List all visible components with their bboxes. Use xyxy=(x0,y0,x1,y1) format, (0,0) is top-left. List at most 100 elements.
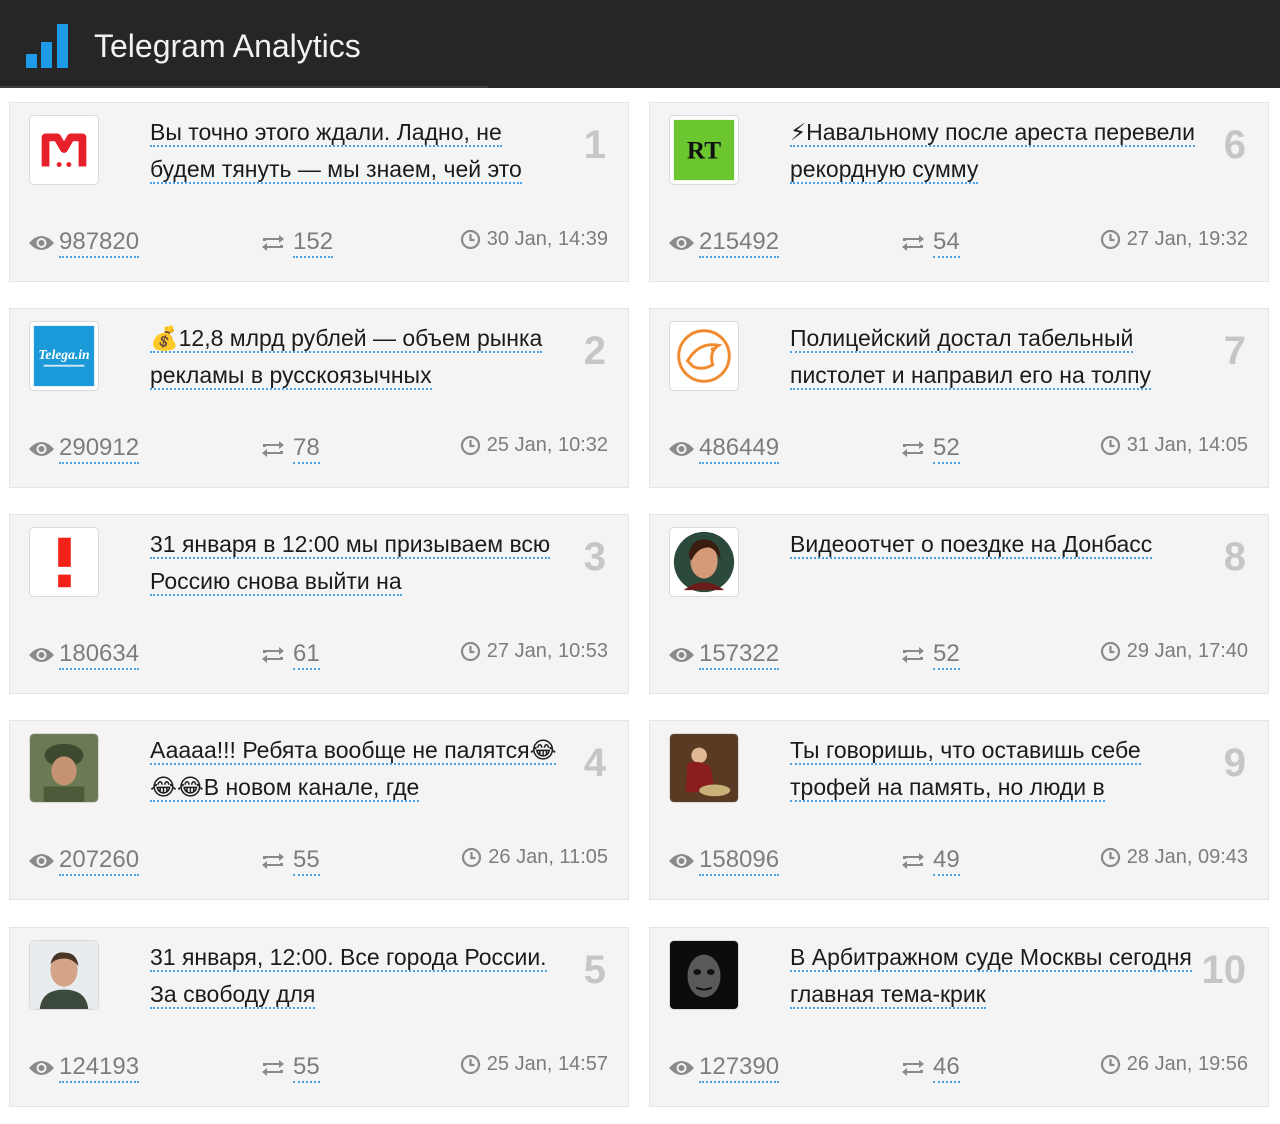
post-time: 25 Jan, 10:32 xyxy=(460,434,608,457)
post-text-link[interactable]: Ты говоришь, что оставишь себе трофей на… xyxy=(790,732,1200,806)
channel-avatar[interactable] xyxy=(669,527,739,597)
post-text-link[interactable]: Вы точно этого ждали. Ладно, не будем тя… xyxy=(150,114,560,188)
eye-icon xyxy=(669,648,694,662)
shares-stat[interactable]: 78 xyxy=(260,434,320,464)
views-count[interactable]: 157322 xyxy=(699,640,780,670)
post-text-link[interactable]: Видеоотчет о поездке на Донбасс xyxy=(790,526,1200,563)
post-card[interactable]: Вы точно этого ждали. Ладно, не будем тя… xyxy=(9,102,629,282)
post-card[interactable]: 31 января, 12:00. Все города России. За … xyxy=(9,927,629,1107)
shares-stat[interactable]: 152 xyxy=(260,228,334,258)
channel-avatar[interactable] xyxy=(29,940,99,1010)
post-card[interactable]: Ты говоришь, что оставишь себе трофей на… xyxy=(649,720,1269,900)
eye-icon xyxy=(669,442,694,456)
post-stats: 215492 54 27 Jan, 19:32 xyxy=(668,228,1248,260)
post-timestamp: 30 Jan, 14:39 xyxy=(486,228,608,250)
rank-number: 3 xyxy=(583,535,606,579)
post-stats: 207260 55 26 Jan, 11:05 xyxy=(28,846,608,878)
post-text-link[interactable]: ⚡Навальному после ареста перевели рекорд… xyxy=(790,114,1200,188)
post-card[interactable]: RT ⚡Навальному после ареста перевели реко… xyxy=(649,102,1269,282)
repost-icon xyxy=(902,441,924,457)
post-text-link[interactable]: 31 января в 12:00 мы призываем всю Росси… xyxy=(150,526,560,600)
repost-icon xyxy=(262,235,284,251)
shares-stat[interactable]: 46 xyxy=(900,1053,960,1083)
channel-avatar[interactable]: Telega.in xyxy=(29,321,99,391)
channel-avatar[interactable] xyxy=(29,115,99,185)
rank-number: 10 xyxy=(1201,948,1247,992)
shares-count[interactable]: 49 xyxy=(933,846,960,876)
post-stats: 486449 52 31 Jan, 14:05 xyxy=(668,434,1248,466)
views-stat[interactable]: 157322 xyxy=(668,640,780,670)
channel-avatar[interactable]: RT xyxy=(669,115,739,185)
shares-count[interactable]: 152 xyxy=(293,228,334,258)
views-stat[interactable]: 158096 xyxy=(668,846,780,876)
shares-stat[interactable]: 55 xyxy=(260,846,320,876)
channel-avatar[interactable] xyxy=(669,733,739,803)
post-timestamp: 25 Jan, 14:57 xyxy=(486,1053,608,1075)
views-count[interactable]: 215492 xyxy=(699,228,780,258)
views-count[interactable]: 124193 xyxy=(59,1053,140,1083)
eye-icon xyxy=(29,648,54,662)
post-timestamp: 29 Jan, 17:40 xyxy=(1126,640,1248,662)
shares-count[interactable]: 55 xyxy=(293,846,320,876)
post-text-link[interactable]: 💰12,8 млрд рублей — объем рынка рекламы … xyxy=(150,320,560,394)
views-count[interactable]: 486449 xyxy=(699,434,780,464)
post-text-link[interactable]: 31 января, 12:00. Все города России. За … xyxy=(150,939,560,1013)
repost-icon xyxy=(902,647,924,663)
views-stat[interactable]: 207260 xyxy=(28,846,140,876)
views-count[interactable]: 987820 xyxy=(59,228,140,258)
clock-icon xyxy=(460,435,480,456)
post-text-link[interactable]: Ааааа!!! Ребята вообще не палятся😂😂😂В но… xyxy=(150,732,560,806)
clock-icon xyxy=(460,229,480,250)
post-card[interactable]: Ааааа!!! Ребята вообще не палятся😂😂😂В но… xyxy=(9,720,629,900)
post-card[interactable]: Полицейский достал табельный пистолет и … xyxy=(649,308,1269,488)
shares-count[interactable]: 52 xyxy=(933,434,960,464)
repost-icon xyxy=(262,1060,284,1076)
post-time: 30 Jan, 14:39 xyxy=(460,228,608,251)
views-stat[interactable]: 124193 xyxy=(28,1053,140,1083)
rank-number: 1 xyxy=(583,123,606,167)
post-timestamp: 25 Jan, 10:32 xyxy=(486,434,608,456)
shares-stat[interactable]: 61 xyxy=(260,640,320,670)
views-stat[interactable]: 987820 xyxy=(28,228,140,258)
views-count[interactable]: 180634 xyxy=(59,640,140,670)
channel-avatar[interactable] xyxy=(669,940,739,1010)
post-text-link[interactable]: Полицейский достал табельный пистолет и … xyxy=(790,320,1200,394)
shares-count[interactable]: 46 xyxy=(933,1053,960,1083)
views-stat[interactable]: 180634 xyxy=(28,640,140,670)
channel-avatar[interactable] xyxy=(29,527,99,597)
channel-avatar[interactable] xyxy=(29,733,99,803)
post-text-link[interactable]: В Арбитражном суде Москвы сегодня главна… xyxy=(790,939,1200,1013)
post-stats: 290912 78 25 Jan, 10:32 xyxy=(28,434,608,466)
views-count[interactable]: 158096 xyxy=(699,846,780,876)
shares-count[interactable]: 52 xyxy=(933,640,960,670)
shares-count[interactable]: 55 xyxy=(293,1053,320,1083)
eye-icon xyxy=(29,854,54,868)
views-stat[interactable]: 290912 xyxy=(28,434,140,464)
views-stat[interactable]: 486449 xyxy=(668,434,780,464)
shares-stat[interactable]: 52 xyxy=(900,640,960,670)
shares-count[interactable]: 54 xyxy=(933,228,960,258)
rank-number: 2 xyxy=(583,329,606,373)
views-stat[interactable]: 127390 xyxy=(668,1053,780,1083)
views-count[interactable]: 127390 xyxy=(699,1053,780,1083)
views-stat[interactable]: 215492 xyxy=(668,228,780,258)
post-card[interactable]: Telega.in 💰12,8 млрд рублей — объем рынка… xyxy=(9,308,629,488)
post-card[interactable]: 31 января в 12:00 мы призываем всю Росси… xyxy=(9,514,629,694)
shares-count[interactable]: 61 xyxy=(293,640,320,670)
post-card[interactable]: Видеоотчет о поездке на Донбасс 8 157322 52… xyxy=(649,514,1269,694)
shares-stat[interactable]: 49 xyxy=(900,846,960,876)
shares-stat[interactable]: 52 xyxy=(900,434,960,464)
post-stats: 124193 55 25 Jan, 14:57 xyxy=(28,1053,608,1085)
shares-stat[interactable]: 54 xyxy=(900,228,960,258)
rank-number: 8 xyxy=(1223,535,1246,579)
views-count[interactable]: 207260 xyxy=(59,846,140,876)
shares-stat[interactable]: 55 xyxy=(260,1053,320,1083)
post-card[interactable]: В Арбитражном суде Москвы сегодня главна… xyxy=(649,927,1269,1107)
post-time: 27 Jan, 10:53 xyxy=(460,640,608,663)
shares-count[interactable]: 78 xyxy=(293,434,320,464)
bar-chart-icon[interactable] xyxy=(26,24,72,68)
eye-icon xyxy=(669,854,694,868)
views-count[interactable]: 290912 xyxy=(59,434,140,464)
post-timestamp: 28 Jan, 09:43 xyxy=(1126,846,1248,868)
channel-avatar[interactable] xyxy=(669,321,739,391)
